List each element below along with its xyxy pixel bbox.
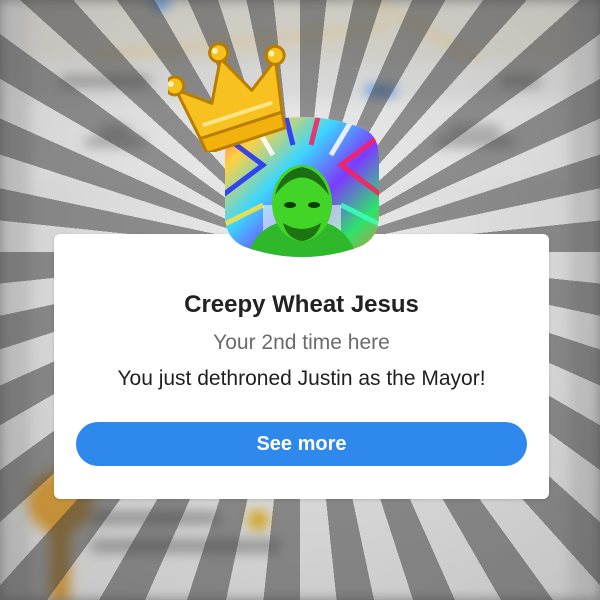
user-name: Creepy Wheat Jesus	[184, 291, 419, 318]
mayor-notification-card: Creepy Wheat Jesus Your 2nd time here Yo…	[54, 234, 549, 499]
see-more-button[interactable]: See more	[76, 422, 527, 466]
mayor-message: You just dethroned Justin as the Mayor!	[117, 367, 486, 390]
visit-count-text: Your 2nd time here	[213, 331, 390, 354]
crown-icon	[164, 30, 302, 155]
